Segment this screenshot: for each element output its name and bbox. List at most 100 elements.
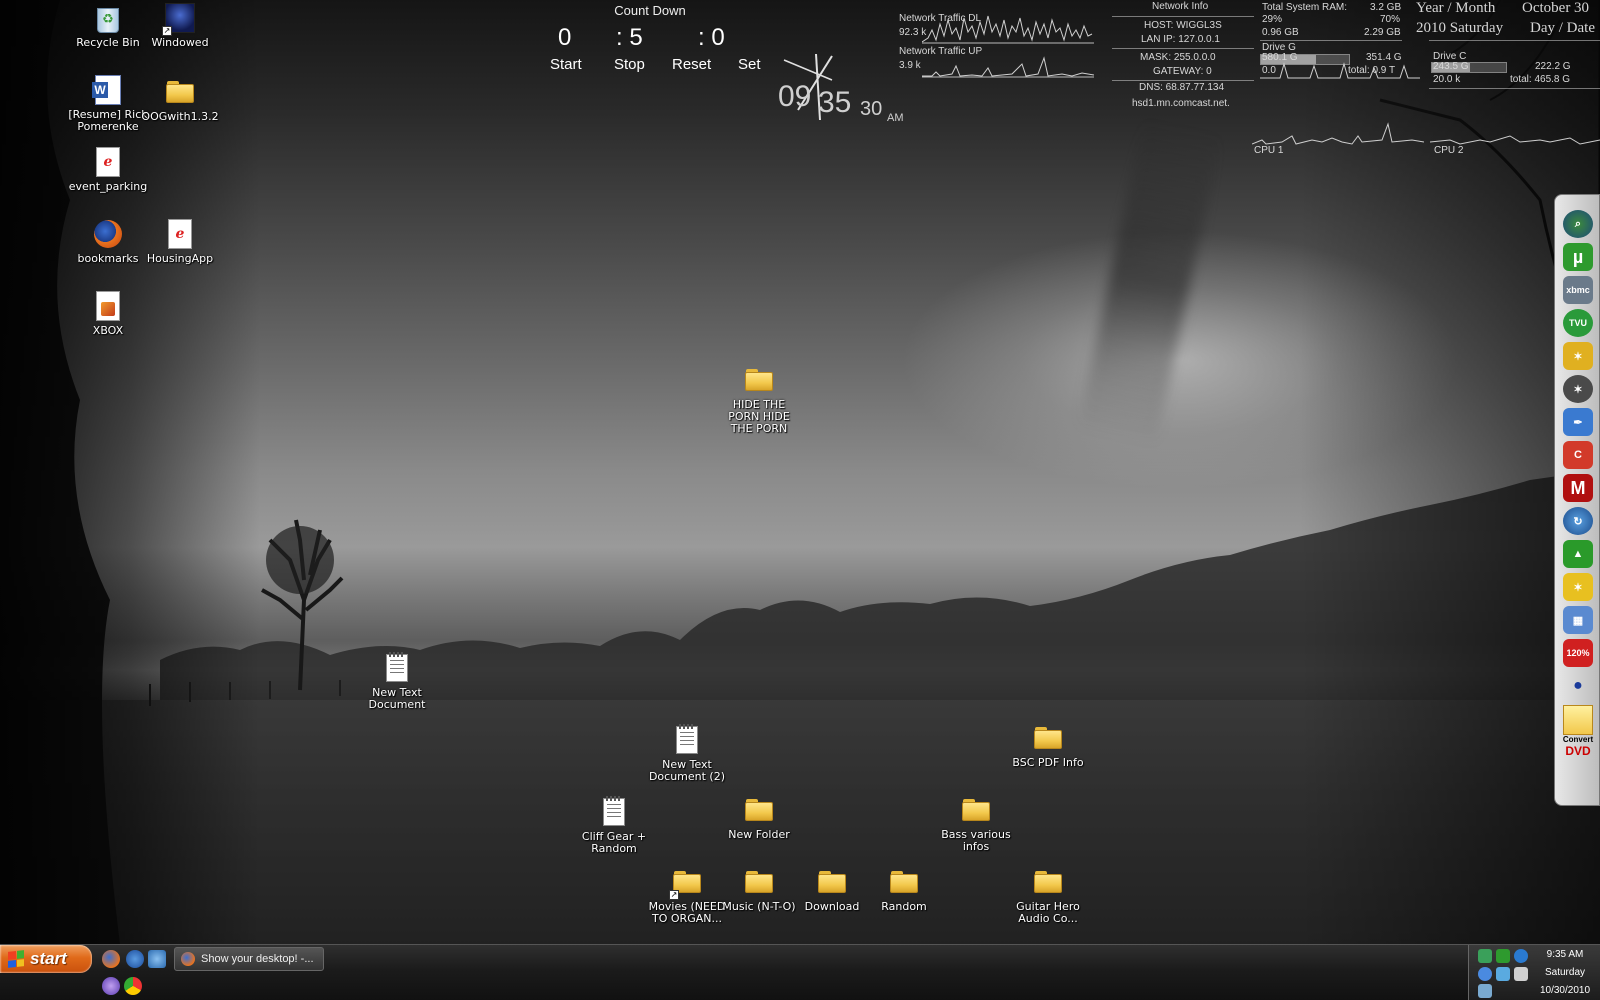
convert-folder-icon (1563, 705, 1593, 735)
countdown-stop-button[interactable]: Stop (614, 56, 645, 73)
dock-convert-dvd[interactable]: Convert DVD (1561, 705, 1595, 761)
dock-globe-refresh[interactable]: ↻ (1561, 506, 1595, 536)
tray-globe-icon[interactable] (1514, 949, 1528, 963)
desktop-icon-label: Cliff Gear + Random (581, 830, 647, 855)
drive-c-used: 243.5 G (1433, 61, 1469, 72)
text-document-icon (598, 796, 630, 828)
desktop-icon-new-text-document[interactable]: New Text Document (357, 652, 437, 711)
window-app-icon: ▦ (1563, 606, 1593, 634)
zoom-icon: 120% (1563, 639, 1593, 667)
desktop-icon-label: Movies (NEED TO ORGAN... (648, 900, 726, 925)
taskbar: start Show your desktop! -... 9:35 AM Sa… (0, 944, 1600, 1000)
network-dns: DNS: 68.87.77.134 (1139, 82, 1225, 93)
network-gateway: GATEWAY: 0 (1153, 66, 1212, 77)
dock-chart[interactable]: ▲ (1561, 539, 1595, 569)
tray-utorrent-icon[interactable] (1496, 949, 1510, 963)
desktop-icon-event-parking[interactable]: e event_parking (68, 146, 148, 193)
quicklaunch-firefox-icon[interactable] (102, 950, 120, 968)
tray-volume-icon[interactable] (1514, 967, 1528, 981)
desktop-icon-guitar-hero[interactable]: Guitar Hero Audio Co... (1008, 866, 1088, 925)
date-day-date-label: Day / Date (1530, 20, 1595, 36)
divider (1112, 16, 1254, 17)
start-button[interactable]: start (0, 945, 92, 973)
dock-tvu[interactable]: TVU (1561, 308, 1595, 338)
desktop-icon-new-text-document-2[interactable]: New Text Document (2) (647, 724, 727, 783)
dvd-label: DVD (1565, 744, 1591, 758)
folder-icon: ↗ (669, 866, 703, 900)
desktop-icon-download[interactable]: Download (792, 866, 872, 913)
desktop-icon-label: HousingApp (146, 252, 214, 265)
dock-window-app[interactable]: ▦ (1561, 605, 1595, 635)
dock-game-tool-yellow[interactable]: ✶ (1561, 572, 1595, 602)
cpu1-label: CPU 1 (1254, 145, 1284, 156)
desktop-icon-xbox[interactable]: XBOX (68, 290, 148, 337)
cpu2-label: CPU 2 (1434, 145, 1464, 156)
countdown-start-button[interactable]: Start (550, 56, 582, 73)
ram-label: Total System RAM: (1262, 2, 1348, 13)
document-e-icon: e (92, 146, 124, 178)
quicklaunch-messenger-icon[interactable] (102, 977, 120, 995)
dock-utorrent[interactable]: µ (1561, 242, 1595, 272)
desktop-icon-music[interactable]: Music (N-T-O) (719, 866, 799, 913)
desktop-icon-housingapp[interactable]: e HousingApp (140, 218, 220, 265)
tray-display-icon[interactable] (1478, 984, 1492, 998)
tray-update-icon[interactable] (1478, 967, 1492, 981)
tray-network-icon[interactable] (1478, 949, 1492, 963)
dock-ccleaner[interactable]: C (1561, 440, 1595, 470)
dock-zoom[interactable]: 120% (1561, 638, 1595, 668)
desktop-icon-oogwith[interactable]: OOGwith1.3.2 (140, 76, 220, 123)
date-year-month-label: Year / Month (1416, 0, 1496, 16)
text-document-icon (671, 724, 703, 756)
feather-icon: ✒ (1563, 408, 1593, 436)
folder-icon (1032, 722, 1064, 754)
desktop-icon-new-folder[interactable]: New Folder (719, 794, 799, 841)
dock-feather[interactable]: ✒ (1561, 407, 1595, 437)
drive-c-free: 222.2 G (1535, 61, 1571, 72)
desktop-icon-label: New Text Document (368, 686, 426, 711)
dock-dot[interactable]: ● (1561, 671, 1595, 701)
circle-app-icon: ● (1573, 677, 1583, 694)
quicklaunch-show-desktop-icon[interactable] (148, 950, 166, 968)
desktop-icon-label: Recycle Bin (76, 36, 140, 49)
desktop-icon-recycle-bin[interactable]: ♻ Recycle Bin (68, 2, 148, 49)
clock-widget: 09 35 30 AM (770, 50, 910, 130)
divider (1112, 48, 1254, 49)
divider (1112, 80, 1254, 81)
desktop-icon-bass-infos[interactable]: Bass various infos (936, 794, 1016, 853)
left-vignette (0, 0, 260, 944)
tray-monitor-icon[interactable] (1496, 967, 1510, 981)
network-host: HOST: WIGGL3S (1144, 20, 1222, 31)
tvu-icon: TVU (1563, 309, 1593, 337)
desktop-icon-random[interactable]: Random (864, 866, 944, 913)
desktop-icon-hide-folder[interactable]: HIDE THE PORN HIDE THE PORN (719, 364, 799, 435)
desktop-icon-movies[interactable]: ↗ Movies (NEED TO ORGAN... (647, 866, 727, 925)
document-e-icon: e (164, 218, 196, 250)
drive-c-small: 20.0 k (1433, 74, 1461, 85)
divider (1429, 40, 1600, 41)
dock-search-globe[interactable]: ⌕ (1561, 209, 1595, 239)
chart-app-icon: ▲ (1563, 540, 1593, 568)
desktop-icon-bookmarks[interactable]: bookmarks (68, 218, 148, 265)
dock-game-tool[interactable]: ✶ (1561, 341, 1595, 371)
dock-m[interactable]: M (1561, 473, 1595, 503)
desktop-icon-windowed[interactable]: ↗ Windowed (140, 2, 220, 49)
tray-time[interactable]: 9:35 AM (1534, 949, 1596, 960)
xbmc-icon: xbmc (1563, 276, 1593, 304)
taskbar-button-firefox[interactable]: Show your desktop! -... (174, 947, 324, 971)
text-document-icon (381, 652, 413, 684)
windows-flag-icon (8, 950, 24, 968)
ram-percent-free: 70% (1380, 14, 1401, 25)
dock-game-tool-dark[interactable]: ✶ (1561, 374, 1595, 404)
xbox-document-icon (92, 290, 124, 322)
countdown-set-button[interactable]: Set (738, 56, 761, 73)
quicklaunch-media-icon[interactable] (126, 950, 144, 968)
quicklaunch-chrome-icon[interactable] (124, 977, 142, 995)
desktop-icon-resume[interactable]: [Resume] Rick Pomerenke (68, 74, 148, 133)
desktop-icon-bsc-pdf[interactable]: BSC PDF Info (1008, 722, 1088, 769)
countdown-reset-button[interactable]: Reset (672, 56, 711, 73)
dock-xbmc[interactable]: xbmc (1561, 275, 1595, 305)
countdown-title: Count Down (614, 3, 686, 18)
desktop-icon-cliff-gear[interactable]: Cliff Gear + Random (574, 796, 654, 855)
date-month-day: October 30 (1522, 0, 1590, 16)
desktop-icon-label: OOGwith1.3.2 (141, 110, 219, 123)
